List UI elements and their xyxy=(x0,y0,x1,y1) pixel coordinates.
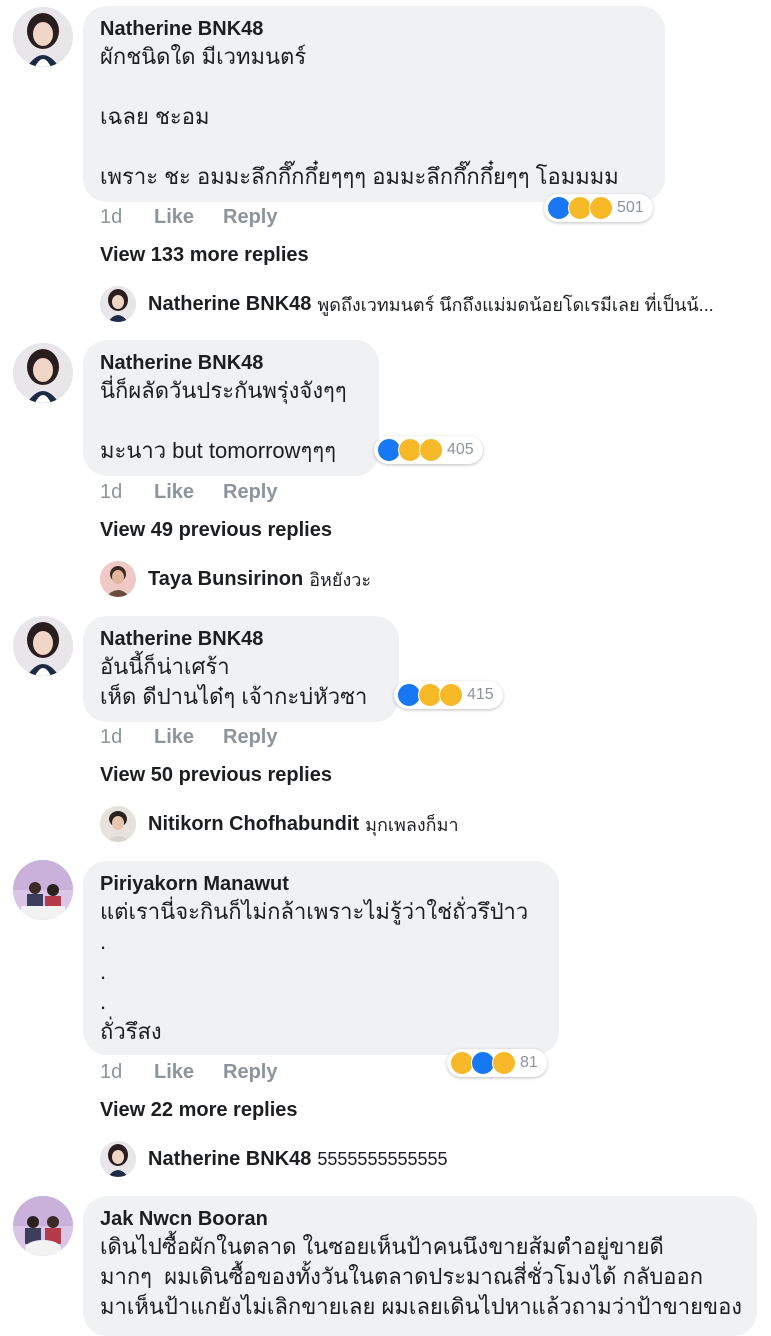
avatar[interactable] xyxy=(13,1196,73,1256)
comment-text-line: นี่ก็ผลัดวันประกันพรุ่งจังๆๆ xyxy=(100,378,347,403)
profile-photo-event-icon xyxy=(13,860,73,920)
latest-reply[interactable]: Natherine BNK48 พูดถึงเวทมนตร์ นึกถึงแม่… xyxy=(100,286,760,322)
reply-text: มุกเพลงก็มา xyxy=(365,814,459,835)
comment-text-line: . xyxy=(100,959,107,984)
avatar[interactable] xyxy=(100,286,136,322)
avatar[interactable] xyxy=(13,7,73,67)
comment-author[interactable]: Natherine BNK48 xyxy=(100,626,381,652)
comment-text-line: ผักชนิดใด มีเวทมนตร์ xyxy=(100,44,307,69)
reply-button[interactable]: Reply xyxy=(223,1061,277,1084)
reaction-count: 81 xyxy=(520,1054,538,1071)
reply-author[interactable]: Nitikorn Chofhabundit xyxy=(148,813,359,836)
comment-author[interactable]: Natherine BNK48 xyxy=(100,350,361,376)
sad-reaction-icon xyxy=(419,438,443,462)
comment-time[interactable]: 1d xyxy=(100,726,154,749)
comment-author[interactable]: Jak Nwcn Booran xyxy=(100,1206,739,1232)
comment-text-line xyxy=(100,132,647,162)
like-button[interactable]: Like xyxy=(154,206,223,229)
comment-text-line: เพราะ ชะ อมมะลึกกึ๊กกึ๋ยๆๆๆ อมมะลึกกึ๊กก… xyxy=(100,164,619,189)
comment-actions: 1d Like Reply xyxy=(100,726,277,749)
comment-text-line: เฉลย ชะอม xyxy=(100,104,210,129)
comment-actions: 1d Like Reply xyxy=(100,481,277,504)
comment-text-line: เดินไปซื้อผักในตลาด ในซอยเห็นป้าคนนึงขาย… xyxy=(100,1234,664,1259)
comment-text-line: . xyxy=(100,929,107,954)
comment-text-line xyxy=(100,406,361,436)
comment-text-line: อันนี้ก็น่าเศร้า xyxy=(100,654,230,679)
reply-text: 5555555555555 xyxy=(317,1148,448,1169)
comment-time[interactable]: 1d xyxy=(100,1061,154,1084)
reaction-count: 501 xyxy=(617,199,644,216)
reply-author[interactable]: Taya Bunsirinon xyxy=(148,568,303,591)
reply-author[interactable]: Natherine BNK48 xyxy=(148,1148,311,1171)
latest-reply[interactable]: Taya Bunsirinon อิหยังวะ xyxy=(100,561,760,597)
reaction-count: 415 xyxy=(467,686,494,703)
avatar[interactable] xyxy=(13,343,73,403)
sad-reaction-icon xyxy=(589,196,613,220)
reaction-summary[interactable]: 501 xyxy=(544,194,653,222)
reaction-summary[interactable]: 81 xyxy=(447,1049,547,1077)
reply-button[interactable]: Reply xyxy=(223,206,277,229)
view-more-replies-link[interactable]: View 22 more replies xyxy=(100,1099,298,1122)
profile-photo-girl-icon xyxy=(100,286,136,322)
comment-bubble: Natherine BNK48 ผักชนิดใด มีเวทมนตร์ เฉล… xyxy=(83,6,665,202)
profile-photo-girl-icon xyxy=(100,1141,136,1177)
latest-reply[interactable]: Natherine BNK48 5555555555555 xyxy=(100,1141,760,1177)
view-previous-replies-link[interactable]: View 50 previous replies xyxy=(100,764,332,787)
reply-text: พูดถึงเวทมนตร์ นึกถึงแม่มดน้อยโดเรมีเลย … xyxy=(317,294,714,315)
reply-button[interactable]: Reply xyxy=(223,726,277,749)
profile-photo-man-icon xyxy=(100,561,136,597)
reaction-summary[interactable]: 405 xyxy=(374,436,483,464)
comment-text-line: . xyxy=(100,989,107,1014)
comment-bubble: Natherine BNK48 นี่ก็ผลัดวันประกันพรุ่งจ… xyxy=(83,340,379,476)
view-previous-replies-link[interactable]: View 49 previous replies xyxy=(100,519,332,542)
comment-time[interactable]: 1d xyxy=(100,206,154,229)
avatar[interactable] xyxy=(13,860,73,920)
comment-time[interactable]: 1d xyxy=(100,481,154,504)
profile-photo-event-icon xyxy=(13,1196,73,1256)
avatar[interactable] xyxy=(100,806,136,842)
comment-bubble: Jak Nwcn Booran เดินไปซื้อผักในตลาด ในซอ… xyxy=(83,1196,757,1336)
comment-text-line: มาเห็นป้าแกยังไม่เลิกขายเลย ผมเลยเดินไปห… xyxy=(100,1294,743,1319)
reply-text: อิหยังวะ xyxy=(309,569,372,590)
sad-reaction-icon xyxy=(439,683,463,707)
comment-text-line: เห็ด ดีปานได๋ๆ เจ้ากะบ่หัวซา xyxy=(100,684,368,709)
comment-actions: 1d Like Reply xyxy=(100,1061,277,1084)
comment-text-line: ถั่วรึสง xyxy=(100,1019,162,1044)
profile-photo-girl-icon xyxy=(13,7,73,67)
comment-text-line: มากๆ ผมเดินซื้อของทั้งวันในตลาดประมาณสี่… xyxy=(100,1264,704,1289)
comment-author[interactable]: Natherine BNK48 xyxy=(100,16,647,42)
like-button[interactable]: Like xyxy=(154,726,223,749)
profile-photo-man-icon xyxy=(100,806,136,842)
comment-text-line: มะนาว but tomorrowๆๆๆ xyxy=(100,438,337,463)
view-more-replies-link[interactable]: View 133 more replies xyxy=(100,244,309,267)
comment-author[interactable]: Piriyakorn Manawut xyxy=(100,871,541,897)
reply-author[interactable]: Natherine BNK48 xyxy=(148,293,311,316)
profile-photo-girl-icon xyxy=(13,616,73,676)
comment-bubble: Natherine BNK48 อันนี้ก็น่าเศร้า เห็ด ดี… xyxy=(83,616,399,722)
sad-reaction-icon xyxy=(492,1051,516,1075)
profile-photo-girl-icon xyxy=(13,343,73,403)
reaction-count: 405 xyxy=(447,441,474,458)
comment-text-line xyxy=(100,72,647,102)
like-button[interactable]: Like xyxy=(154,1061,223,1084)
like-button[interactable]: Like xyxy=(154,481,223,504)
avatar[interactable] xyxy=(100,561,136,597)
comment-actions: 1d Like Reply xyxy=(100,206,277,229)
comment-bubble: Piriyakorn Manawut แต่เรานี่จะกินก็ไม่กล… xyxy=(83,861,559,1055)
avatar[interactable] xyxy=(100,1141,136,1177)
reaction-summary[interactable]: 415 xyxy=(394,681,503,709)
comment-text-line: แต่เรานี่จะกินก็ไม่กล้าเพราะไม่รู้ว่าใช่… xyxy=(100,899,529,924)
latest-reply[interactable]: Nitikorn Chofhabundit มุกเพลงก็มา xyxy=(100,806,760,842)
reply-button[interactable]: Reply xyxy=(223,481,277,504)
avatar[interactable] xyxy=(13,616,73,676)
